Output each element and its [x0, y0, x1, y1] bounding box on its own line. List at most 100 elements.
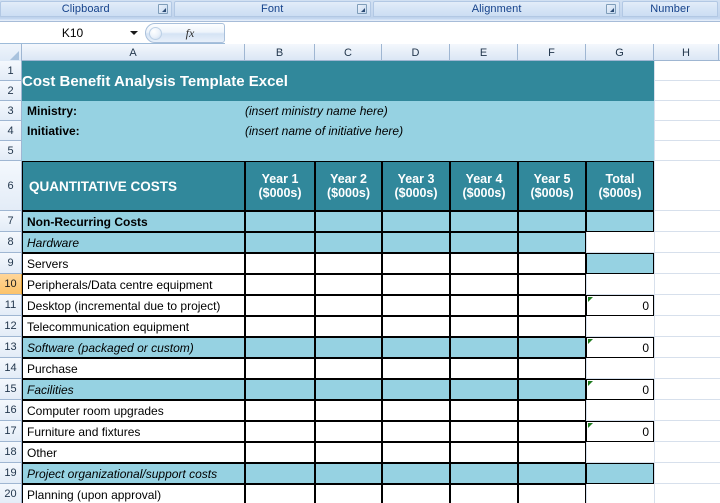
total-cell-9[interactable]: 0: [586, 295, 654, 316]
data-cell-8-year3[interactable]: [382, 232, 450, 253]
data-cell-17-year4[interactable]: [450, 421, 518, 442]
data-cell-16-year1[interactable]: [245, 400, 315, 421]
data-cell-7-year5[interactable]: [518, 211, 586, 232]
data-cell-20-year5[interactable]: [518, 484, 586, 503]
column-header-g[interactable]: G: [586, 44, 654, 61]
table-header-category[interactable]: QUANTITATIVE COSTS: [22, 161, 245, 211]
row-label-cell-20[interactable]: Planning (upon approval): [22, 484, 245, 503]
table-header-col-3[interactable]: Year 3($000s): [382, 161, 450, 211]
row-label-cell-9[interactable]: Servers: [22, 253, 245, 274]
data-cell-8-year5[interactable]: [518, 232, 586, 253]
row-header-17[interactable]: 17: [0, 421, 22, 442]
row-header-19[interactable]: 19: [0, 463, 22, 484]
dialog-launcher-icon[interactable]: [357, 4, 367, 14]
row-label-cell-16[interactable]: Computer room upgrades: [22, 400, 245, 421]
row-header-15[interactable]: 15: [0, 379, 22, 400]
data-cell-10-year5[interactable]: [518, 274, 586, 295]
data-cell-10-year1[interactable]: [245, 274, 315, 295]
row-header-5[interactable]: 5: [0, 141, 22, 161]
data-cell-20-year4[interactable]: [450, 484, 518, 503]
data-cell-13-year5[interactable]: [518, 337, 586, 358]
data-cell-17-year3[interactable]: [382, 421, 450, 442]
data-cell-18-year5[interactable]: [518, 442, 586, 463]
data-cell-11-year5[interactable]: [518, 295, 586, 316]
data-cell-16-year2[interactable]: [315, 400, 382, 421]
data-cell-8-year2[interactable]: [315, 232, 382, 253]
row-header-12[interactable]: 12: [0, 316, 22, 337]
data-cell-10-year4[interactable]: [450, 274, 518, 295]
total-cell-11[interactable]: 0: [586, 379, 654, 400]
row-header-8[interactable]: 8: [0, 232, 22, 253]
data-cell-7-year3[interactable]: [382, 211, 450, 232]
data-cell-16-year5[interactable]: [518, 400, 586, 421]
data-cell-15-year4[interactable]: [450, 379, 518, 400]
row-label-cell-19[interactable]: Project organizational/support costs: [22, 463, 245, 484]
name-box[interactable]: K10: [0, 24, 145, 43]
row-header-14[interactable]: 14: [0, 358, 22, 379]
row-label-cell-7[interactable]: Non-Recurring Costs: [22, 211, 245, 232]
data-cell-8-year1[interactable]: [245, 232, 315, 253]
data-cell-9-year4[interactable]: [450, 253, 518, 274]
row-header-10[interactable]: 10: [0, 274, 22, 295]
formula-toolbar-knob-icon[interactable]: [149, 27, 162, 40]
row-header-7[interactable]: 7: [0, 211, 22, 232]
total-cell-7[interactable]: [586, 211, 654, 232]
data-cell-7-year4[interactable]: [450, 211, 518, 232]
table-header-col-1[interactable]: Year 1($000s): [245, 161, 315, 211]
data-cell-13-year1[interactable]: [245, 337, 315, 358]
row-header-6[interactable]: 6: [0, 161, 22, 211]
row-label-cell-18[interactable]: Other: [22, 442, 245, 463]
column-header-d[interactable]: D: [382, 44, 450, 61]
ribbon-group-clipboard[interactable]: Clipboard: [0, 1, 172, 17]
data-cell-7-year2[interactable]: [315, 211, 382, 232]
data-cell-12-year2[interactable]: [315, 316, 382, 337]
ribbon-group-alignment[interactable]: Alignment: [373, 1, 620, 17]
ministry-label-cell[interactable]: Ministry:: [22, 101, 245, 121]
data-cell-13-year2[interactable]: [315, 337, 382, 358]
column-header-a[interactable]: A: [22, 44, 245, 61]
ribbon-group-font[interactable]: Font: [174, 1, 371, 17]
total-cell-8[interactable]: [586, 253, 654, 274]
data-cell-11-year2[interactable]: [315, 295, 382, 316]
row-header-4[interactable]: 4: [0, 121, 22, 141]
row-header-13[interactable]: 13: [0, 337, 22, 358]
row-header-1[interactable]: 1: [0, 61, 22, 81]
data-cell-17-year5[interactable]: [518, 421, 586, 442]
ministry-value-cell[interactable]: (insert ministry name here): [245, 101, 654, 121]
data-cell-18-year4[interactable]: [450, 442, 518, 463]
data-cell-13-year3[interactable]: [382, 337, 450, 358]
spreadsheet-grid[interactable]: A B C D E F G H 123456789101112131415161…: [0, 44, 720, 503]
data-cell-15-year3[interactable]: [382, 379, 450, 400]
row-label-cell-17[interactable]: Furniture and fixtures: [22, 421, 245, 442]
data-cell-7-year1[interactable]: [245, 211, 315, 232]
data-cell-18-year3[interactable]: [382, 442, 450, 463]
column-header-b[interactable]: B: [245, 44, 315, 61]
row-header-3[interactable]: 3: [0, 101, 22, 121]
sheet-title-banner[interactable]: Cost Benefit Analysis Template Excel: [22, 61, 654, 101]
formula-input[interactable]: [225, 23, 720, 44]
row-label-cell-10[interactable]: Peripherals/Data centre equipment: [22, 274, 245, 295]
data-cell-15-year5[interactable]: [518, 379, 586, 400]
row-label-cell-13[interactable]: Software (packaged or custom): [22, 337, 245, 358]
total-cell-12[interactable]: 0: [586, 421, 654, 442]
insert-function-group[interactable]: fx: [145, 23, 225, 43]
column-header-h[interactable]: H: [654, 44, 719, 61]
initiative-value-cell[interactable]: (insert name of initiative here): [245, 121, 654, 141]
table-header-col-4[interactable]: Year 4($000s): [450, 161, 518, 211]
data-cell-9-year3[interactable]: [382, 253, 450, 274]
data-cell-20-year3[interactable]: [382, 484, 450, 503]
dialog-launcher-icon[interactable]: [606, 4, 616, 14]
data-cell-20-year2[interactable]: [315, 484, 382, 503]
data-cell-17-year2[interactable]: [315, 421, 382, 442]
column-header-f[interactable]: F: [518, 44, 586, 61]
data-cell-12-year5[interactable]: [518, 316, 586, 337]
sheet-cells-area[interactable]: Cost Benefit Analysis Template ExcelMini…: [22, 61, 720, 503]
data-cell-11-year1[interactable]: [245, 295, 315, 316]
data-cell-14-year3[interactable]: [382, 358, 450, 379]
select-all-corner-button[interactable]: [0, 44, 22, 61]
row-label-cell-8[interactable]: Hardware: [22, 232, 245, 253]
data-cell-18-year1[interactable]: [245, 442, 315, 463]
data-cell-19-year1[interactable]: [245, 463, 315, 484]
data-cell-8-year4[interactable]: [450, 232, 518, 253]
data-cell-20-year1[interactable]: [245, 484, 315, 503]
